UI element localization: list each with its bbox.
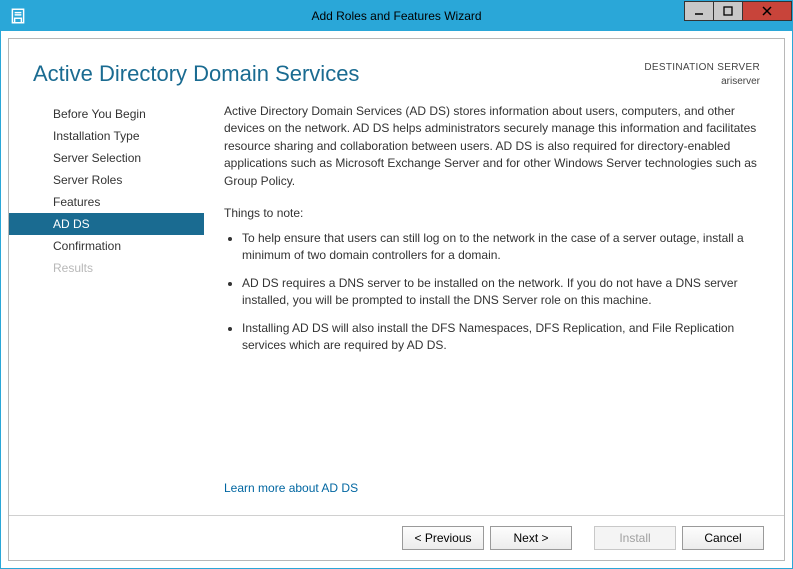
install-button: Install [594,526,676,550]
sidebar: Before You Begin Installation Type Serve… [9,99,204,515]
sidebar-item-server-roles[interactable]: Server Roles [9,169,204,191]
content-area: Active Directory Domain Services DESTINA… [8,38,785,561]
notes-list: To help ensure that users can still log … [224,230,760,364]
window-controls [685,1,792,22]
sidebar-item-features[interactable]: Features [9,191,204,213]
note-item: Installing AD DS will also install the D… [242,320,760,355]
sidebar-item-ad-ds[interactable]: AD DS [9,213,204,235]
header-row: Active Directory Domain Services DESTINA… [9,39,784,99]
body-row: Before You Begin Installation Type Serve… [9,99,784,515]
sidebar-item-installation-type[interactable]: Installation Type [9,125,204,147]
sidebar-item-before-you-begin[interactable]: Before You Begin [9,103,204,125]
previous-button[interactable]: < Previous [402,526,484,550]
next-button[interactable]: Next > [490,526,572,550]
destination-value: ariserver [644,75,760,89]
maximize-button[interactable] [713,1,743,21]
sidebar-item-results: Results [9,257,204,279]
page-title: Active Directory Domain Services [33,61,359,87]
note-item: AD DS requires a DNS server to be instal… [242,275,760,310]
destination-block: DESTINATION SERVER ariserver [644,61,760,89]
note-item: To help ensure that users can still log … [242,230,760,265]
window-title: Add Roles and Features Wizard [1,9,792,23]
wizard-window: Add Roles and Features Wizard Active Dir… [0,0,793,569]
close-button[interactable] [742,1,792,21]
cancel-button[interactable]: Cancel [682,526,764,550]
destination-label: DESTINATION SERVER [644,61,760,75]
things-to-note-label: Things to note: [224,206,760,220]
sidebar-item-confirmation[interactable]: Confirmation [9,235,204,257]
intro-text: Active Directory Domain Services (AD DS)… [224,103,760,190]
minimize-button[interactable] [684,1,714,21]
footer: < Previous Next > Install Cancel [9,515,784,560]
app-icon [9,7,27,25]
sidebar-item-server-selection[interactable]: Server Selection [9,147,204,169]
main-panel: Active Directory Domain Services (AD DS)… [204,99,784,515]
learn-more-link[interactable]: Learn more about AD DS [224,481,760,505]
titlebar: Add Roles and Features Wizard [1,1,792,31]
